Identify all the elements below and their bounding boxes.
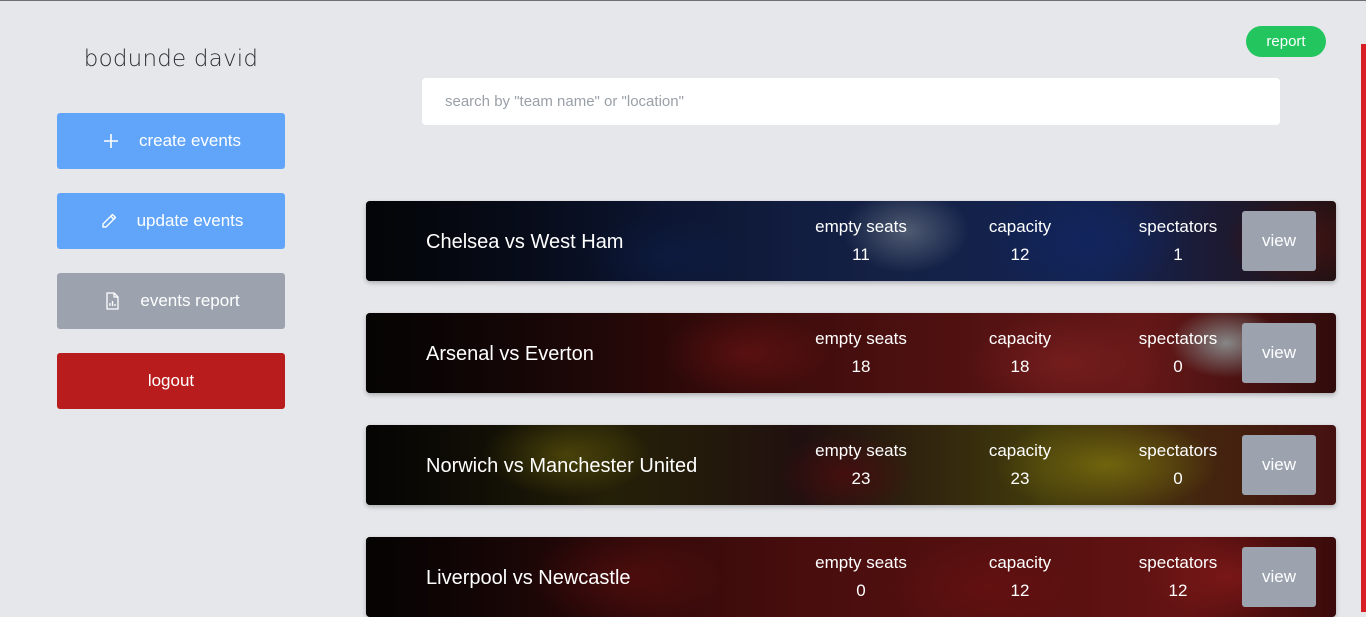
event-title: Arsenal vs Everton [426, 343, 594, 365]
top-border [0, 0, 1366, 1]
update-events-button[interactable]: update events [57, 193, 285, 249]
view-button[interactable]: view [1242, 435, 1316, 495]
user-name: bodunde david [83, 46, 259, 72]
right-scrollbar-accent [1361, 44, 1366, 612]
empty-seats-stat: empty seats 0 [815, 553, 907, 600]
event-title: Norwich vs Manchester United [426, 455, 698, 477]
spectators-stat: spectators 0 [1138, 329, 1218, 376]
plus-icon [101, 131, 121, 151]
spectators-stat: spectators 1 [1138, 217, 1218, 264]
sidebar: bodunde david create events update event… [57, 40, 285, 409]
pencil-icon [99, 211, 119, 231]
view-button[interactable]: view [1242, 323, 1316, 383]
logout-label: logout [147, 371, 195, 390]
spectators-stat: spectators 12 [1138, 553, 1218, 600]
empty-seats-stat: empty seats 23 [815, 441, 907, 488]
create-events-button[interactable]: create events [57, 113, 285, 169]
logout-button[interactable]: logout [57, 353, 285, 409]
capacity-stat: capacity 12 [988, 217, 1052, 264]
event-card: Chelsea vs West Ham empty seats 11 capac… [366, 201, 1336, 281]
create-events-label: create events [138, 131, 242, 150]
report-file-icon [102, 291, 122, 311]
event-title: Chelsea vs West Ham [426, 231, 624, 253]
search-input[interactable] [422, 78, 1280, 125]
update-events-label: update events [136, 211, 244, 230]
event-card: Liverpool vs Newcastle empty seats 0 cap… [366, 537, 1336, 617]
events-report-label: events report [140, 291, 240, 310]
capacity-stat: capacity 18 [988, 329, 1052, 376]
capacity-stat: capacity 12 [988, 553, 1052, 600]
view-button[interactable]: view [1242, 211, 1316, 271]
capacity-stat: capacity 23 [988, 441, 1052, 488]
event-title: Liverpool vs Newcastle [426, 567, 631, 589]
empty-seats-stat: empty seats 18 [815, 329, 907, 376]
event-card: Norwich vs Manchester United empty seats… [366, 425, 1336, 505]
report-label: report [1266, 33, 1306, 50]
event-card: Arsenal vs Everton empty seats 18 capaci… [366, 313, 1336, 393]
view-button[interactable]: view [1242, 547, 1316, 607]
spectators-stat: spectators 0 [1138, 441, 1218, 488]
report-button[interactable]: report [1246, 26, 1326, 57]
empty-seats-stat: empty seats 11 [815, 217, 907, 264]
events-report-button[interactable]: events report [57, 273, 285, 329]
